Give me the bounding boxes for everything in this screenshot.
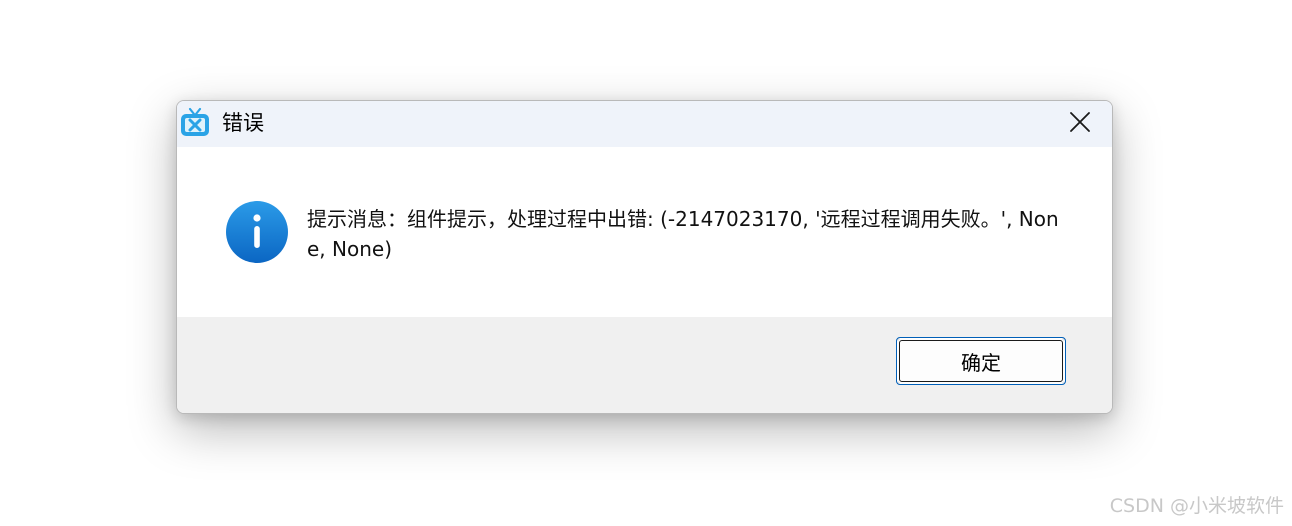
button-bar: 确定 [177,317,1112,413]
tv-icon [179,107,211,139]
watermark: CSDN @小米坡软件 [1109,495,1284,517]
message-area: 提示消息：组件提示，处理过程中出错: (-2147023170, '远程过程调用… [177,147,1112,317]
dialog-title: 错误 [222,111,264,135]
info-icon [225,200,289,264]
error-dialog: 错误 提示消息：组件提示，处理过程中出错: (-2147023170, '远程过… [176,100,1113,414]
ok-button[interactable]: 确定 [896,337,1066,385]
close-button[interactable] [1048,101,1112,147]
screen: 错误 提示消息：组件提示，处理过程中出错: (-2147023170, '远程过… [0,0,1292,526]
close-icon [1069,111,1091,137]
title-bar[interactable]: 错误 [177,101,1112,147]
error-message: 提示消息：组件提示，处理过程中出错: (-2147023170, '远程过程调用… [307,207,1059,261]
